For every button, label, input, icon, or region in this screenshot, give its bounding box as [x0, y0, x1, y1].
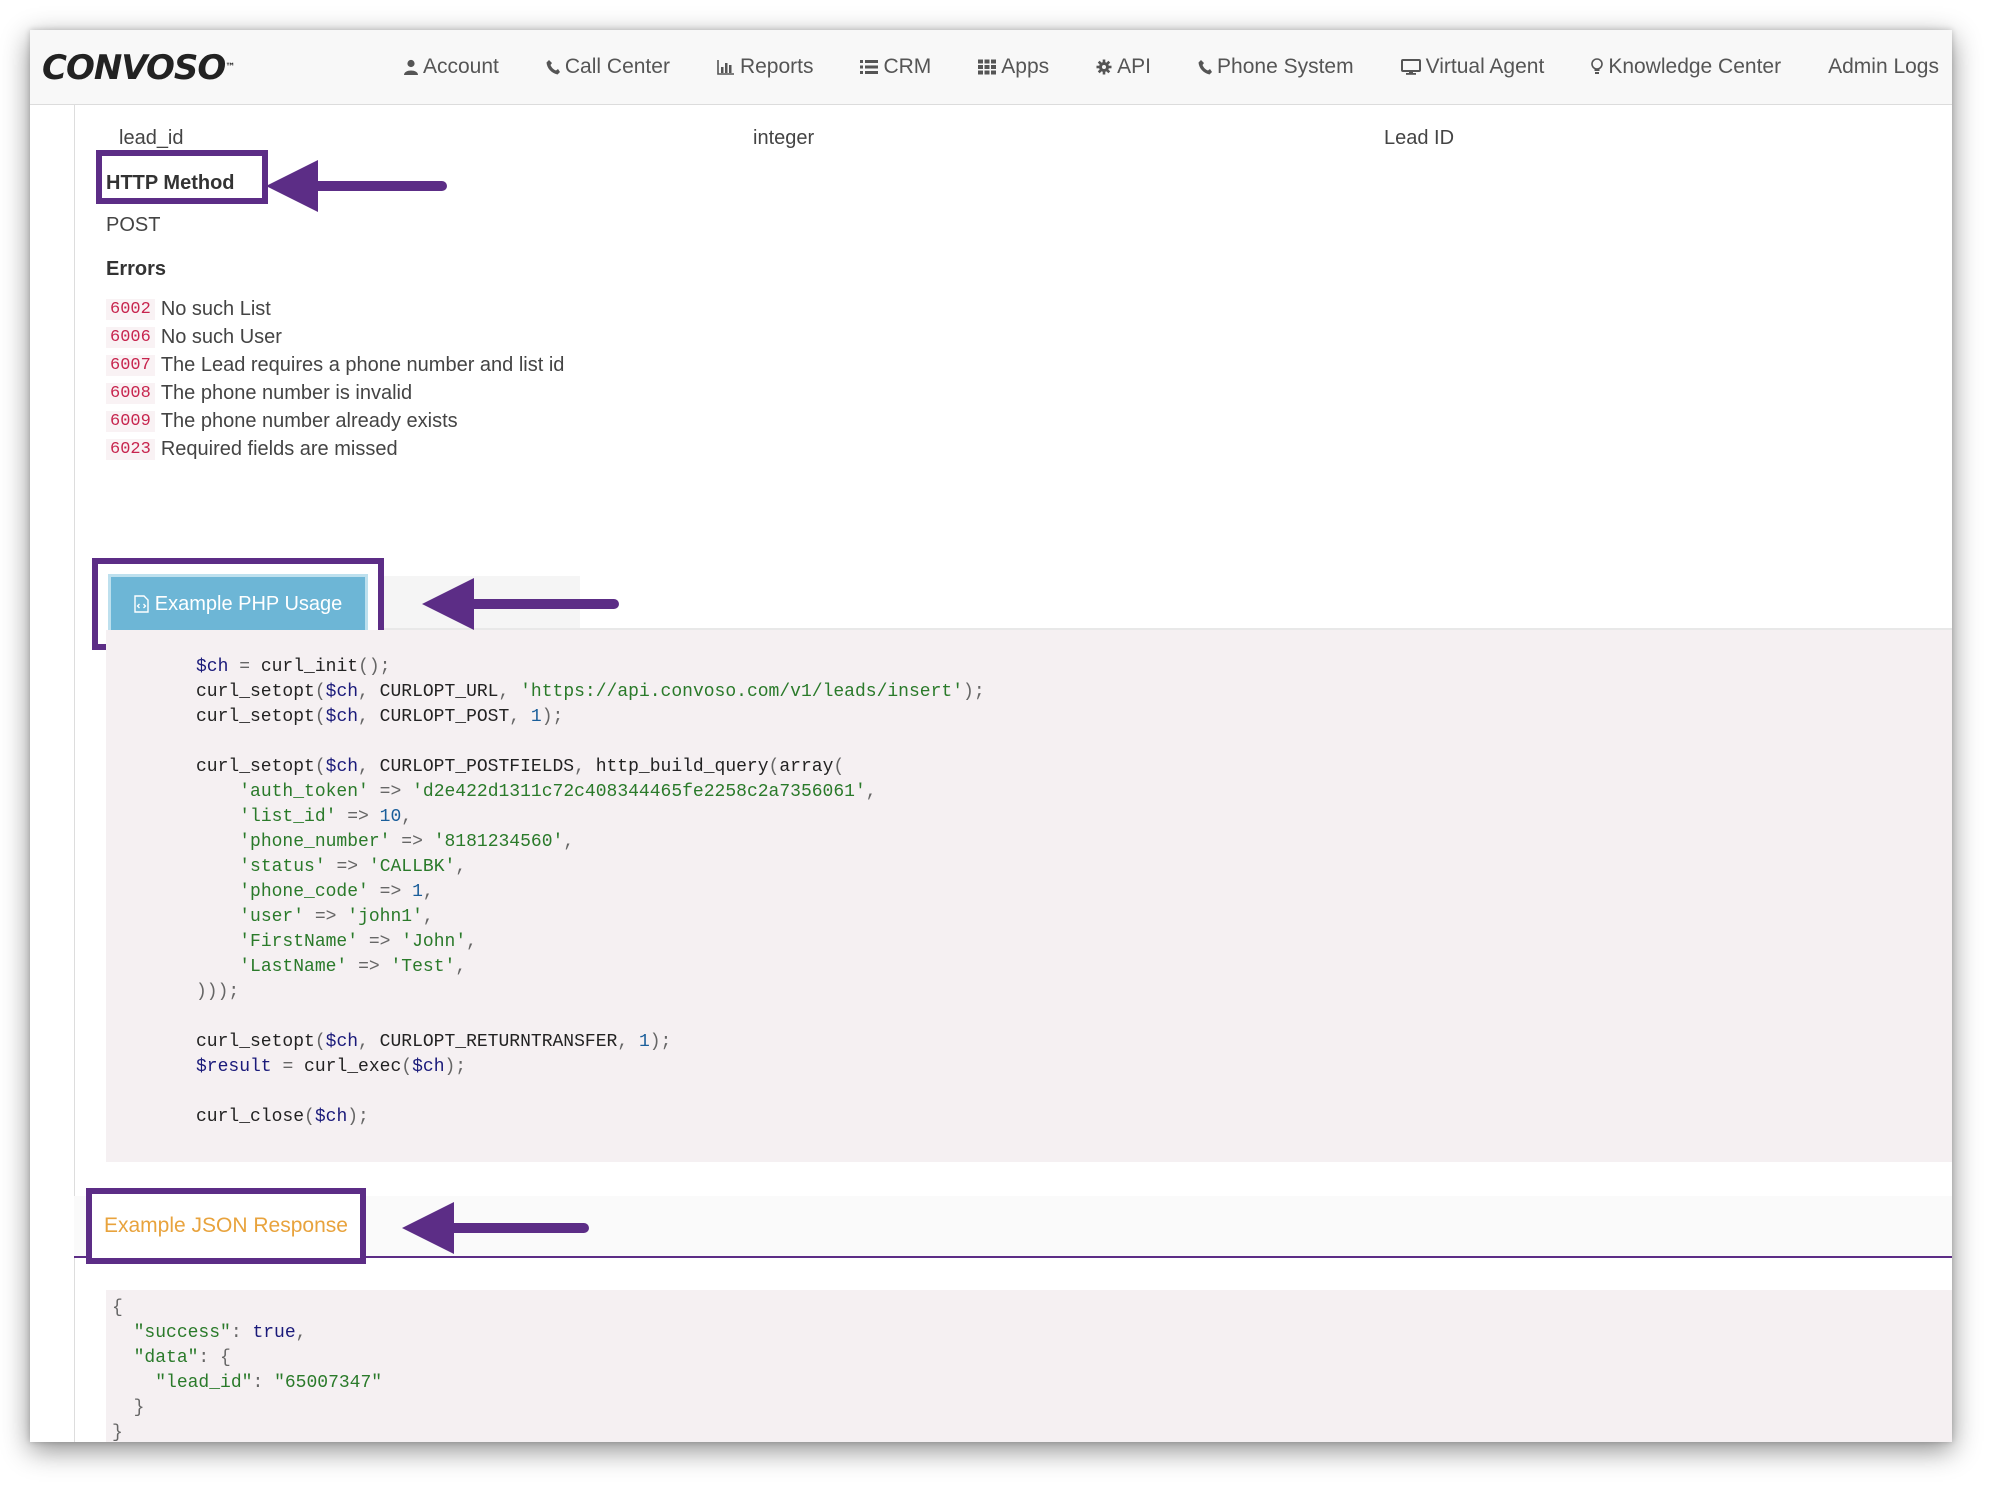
http-method-value: POST [106, 214, 161, 236]
phone-icon [546, 59, 560, 75]
bar-chart-icon [717, 59, 735, 75]
phone-icon [1198, 59, 1213, 75]
monitor-icon [1400, 59, 1421, 75]
convoso-logo[interactable]: CONVOSO™ [42, 48, 235, 88]
annotation-arrow-icon [422, 578, 619, 630]
list-icon [860, 59, 879, 75]
php-first-name: John [412, 932, 456, 952]
nav-apps[interactable]: Apps [978, 52, 1049, 82]
php-phone-number: 8181234560 [444, 832, 553, 852]
user-icon [404, 59, 418, 75]
error-item: 6008 The phone number is invalid [106, 379, 564, 407]
php-code-block: $ch = curl_init(); curl_setopt($ch, CURL… [106, 630, 1952, 1162]
nav-admin-logs[interactable]: Admin Logs [1828, 52, 1939, 82]
php-last-name: Test [401, 957, 445, 977]
nav-virtual-agent[interactable]: Virtual Agent [1400, 52, 1544, 82]
error-code: 6008 [106, 382, 155, 404]
error-item: 6009 The phone number already exists [106, 407, 564, 435]
browser-window: CONVOSO™ Account Call Center Reports CRM… [30, 30, 1952, 1442]
json-code-block: { "success": true, "data": { "lead_id": … [106, 1290, 1952, 1442]
errors-list: 6002 No such List 6006 No such User 6007 Th… [106, 295, 564, 463]
lightbulb-icon [1591, 58, 1604, 76]
error-item: 6023 Required fields are missed [106, 435, 564, 463]
error-code: 6007 [106, 354, 155, 376]
annotation-arrow-icon [402, 1202, 589, 1254]
param-description: Lead ID [1384, 127, 1455, 149]
tab-example-json-response[interactable]: Example JSON Response [104, 1214, 348, 1238]
error-code: 6006 [106, 326, 155, 348]
json-lead-id: 65007347 [284, 1373, 372, 1393]
nav-call-center[interactable]: Call Center [546, 52, 670, 82]
error-item: 6006 No such User [106, 323, 564, 351]
annotation-arrow-icon [266, 160, 447, 212]
grid-icon [978, 59, 997, 75]
json-success: true [252, 1323, 296, 1343]
error-item: 6007 The Lead requires a phone number and… [106, 351, 564, 379]
error-item: 6002 No such List [106, 295, 564, 323]
top-navbar: CONVOSO™ Account Call Center Reports CRM… [30, 30, 1952, 105]
tab-example-php-usage[interactable]: Example PHP Usage [108, 574, 368, 634]
gear-icon [1096, 59, 1112, 75]
php-url: https://api.convoso.com/v1/leads/insert [530, 682, 953, 702]
file-code-icon [134, 595, 149, 613]
nav-account[interactable]: Account [404, 52, 499, 82]
nav-reports[interactable]: Reports [717, 52, 813, 82]
php-list-id: 10 [379, 807, 402, 827]
php-auth-token: d2e422d1311c72c408344465fe2258c2a7356061 [422, 782, 855, 802]
param-type: integer [753, 127, 815, 149]
nav-phone-system[interactable]: Phone System [1198, 52, 1354, 82]
php-user: john1 [358, 907, 413, 927]
error-code: 6023 [106, 438, 155, 460]
nav-api[interactable]: API [1096, 52, 1151, 82]
nav-crm[interactable]: CRM [860, 52, 931, 82]
errors-heading: Errors [106, 258, 167, 280]
error-code: 6002 [106, 298, 155, 320]
main-menu: Account Call Center Reports CRM Apps API… [404, 52, 1952, 82]
nav-knowledge-center[interactable]: Knowledge Center [1591, 52, 1781, 82]
param-name: lead_id [119, 127, 184, 149]
php-status: CALLBK [379, 857, 445, 877]
php-phone-code: 1 [412, 882, 423, 902]
error-code: 6009 [106, 410, 155, 432]
http-method-heading: HTTP Method [106, 172, 235, 194]
